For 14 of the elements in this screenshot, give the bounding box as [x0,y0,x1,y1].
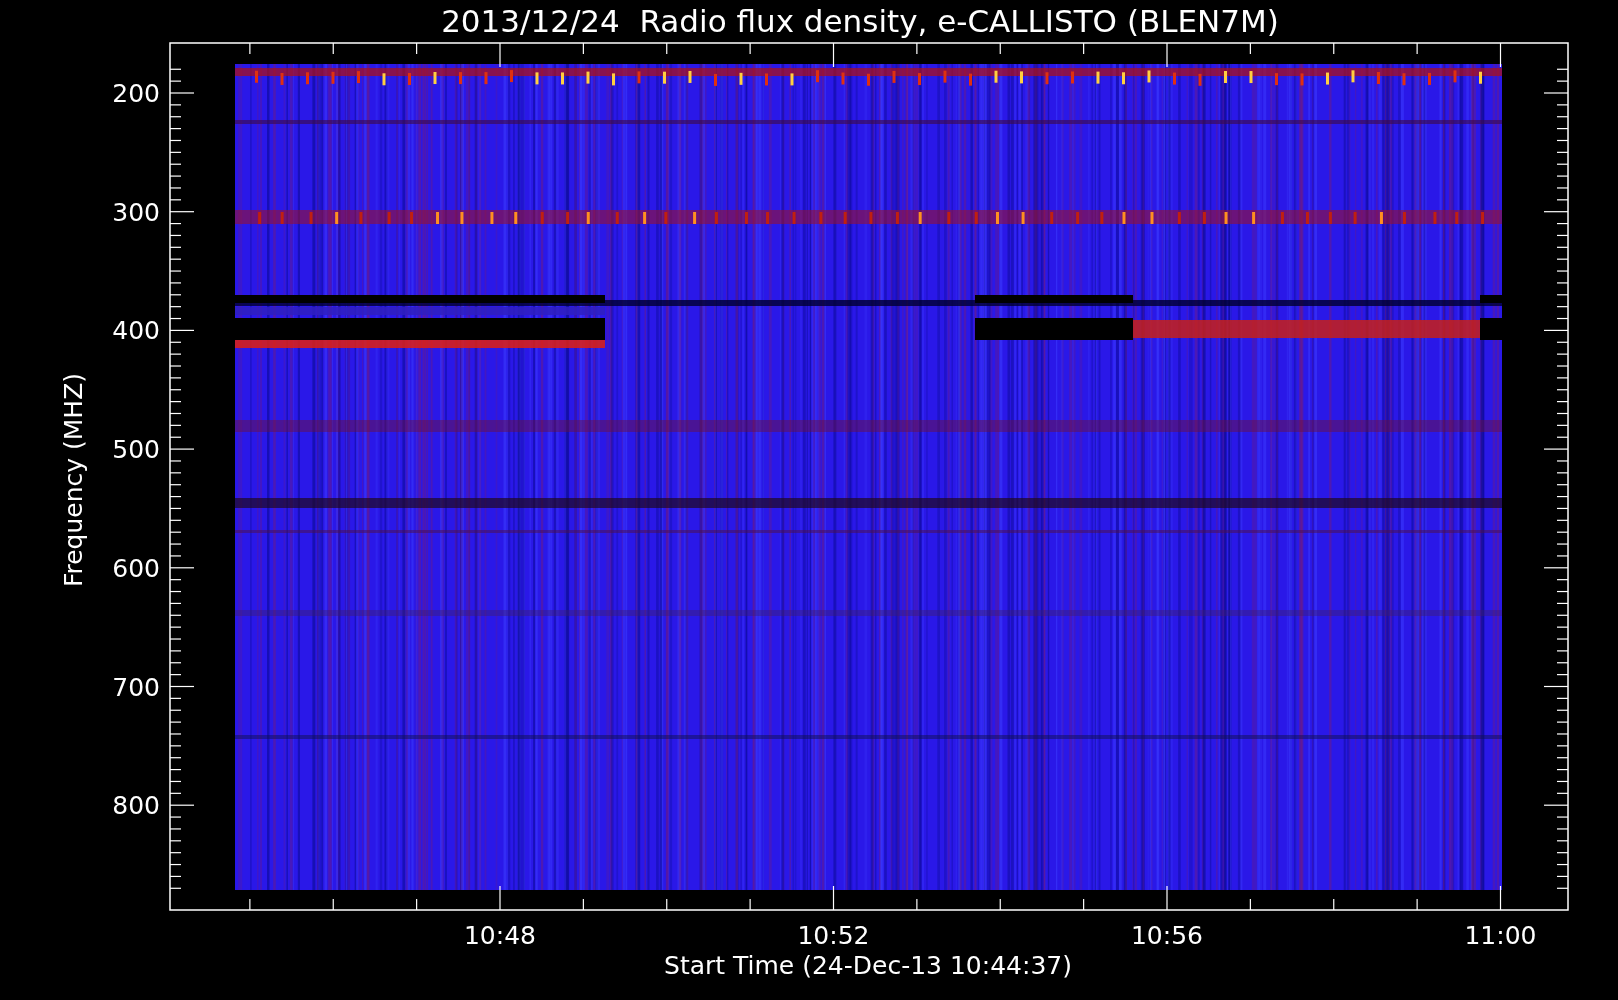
y-tick-label: 700 [112,672,160,702]
plot-title: 2013/12/24 Radio flux density, e-CALLISTO (BLEN7M) [441,3,1279,39]
x-axis-label: Start Time (24-Dec-13 10:44:37) [664,951,1072,980]
y-tick-label: 400 [112,316,160,346]
x-tick-label: 10:48 [464,921,536,950]
y-tick-label: 200 [112,79,160,108]
x-tick-label: 11:00 [1464,921,1537,950]
x-tick-label: 10:56 [1131,921,1203,950]
y-tick-label: 800 [112,791,160,821]
y-axis-label: Frequency (MHZ) [59,372,88,588]
y-tick-label: 300 [112,197,160,227]
y-tick-label: 500 [112,435,160,465]
y-tick-label: 600 [112,553,160,583]
x-tick-label: 10:52 [797,921,870,950]
